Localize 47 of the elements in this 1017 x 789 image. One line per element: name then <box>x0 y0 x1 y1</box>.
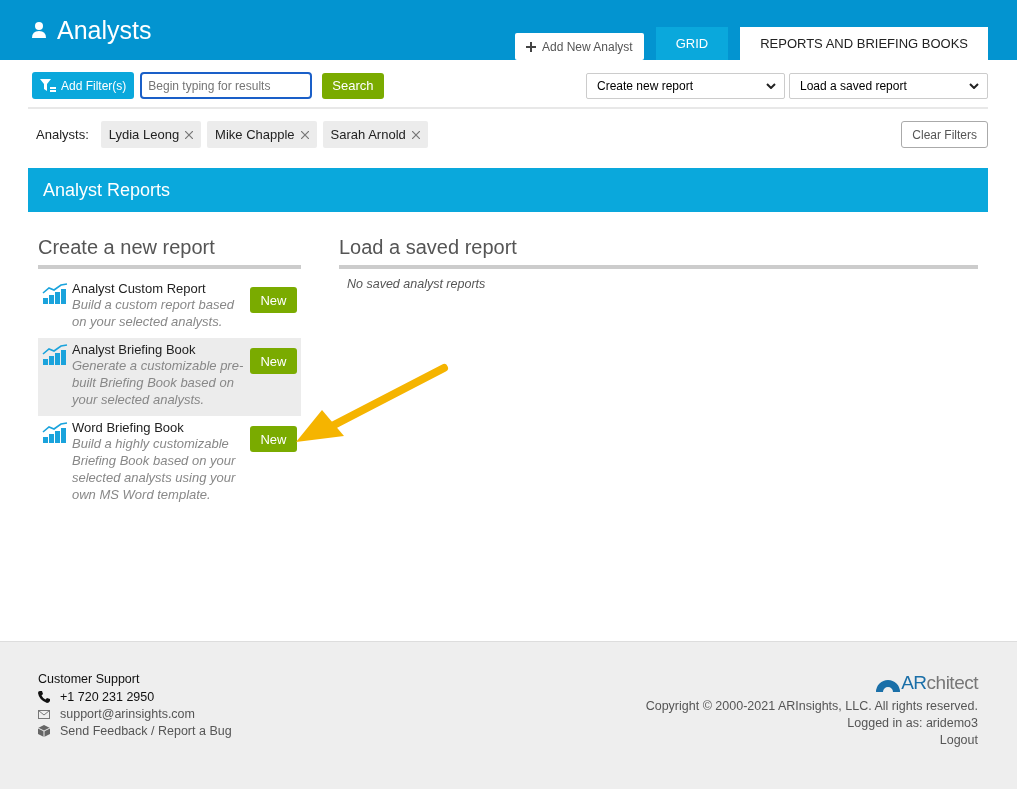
phone-icon <box>38 691 50 703</box>
tab[interactable]: REPORTS AND BRIEFING BOOKS <box>740 27 988 60</box>
report-title: Analyst Briefing Book <box>72 342 197 357</box>
report-description: Build a highly customizable Briefing Book based on your selected analysts using your own MS Word template. <box>72 435 237 503</box>
close-icon[interactable] <box>300 130 309 139</box>
support-heading: Customer Support <box>38 672 141 686</box>
add-analyst-button[interactable]: Add New Analyst <box>514 33 644 60</box>
chevron-down-icon <box>969 82 979 89</box>
section-title: Analyst Reports <box>43 179 171 201</box>
person-icon <box>31 21 47 39</box>
logout-link[interactable]: Logout <box>939 733 978 747</box>
report-item[interactable]: Analyst Custom Report Build a custom report based on your selected analysts. New <box>38 277 301 338</box>
clear-filters-button[interactable]: Clear Filters <box>901 121 988 148</box>
saved-report-dropdown[interactable]: Load a saved report <box>789 72 988 99</box>
copyright-text: Copyright © 2000-2021 ARInsights, LLC. All rights reserved. <box>645 699 978 713</box>
filter-chip[interactable]: Mike Chapple <box>207 121 317 148</box>
close-icon[interactable] <box>411 130 420 139</box>
filter-label: Analysts: <box>36 127 89 142</box>
report-description: Generate a customizable pre-built Briefing Book based on your selected analysts. <box>72 357 245 408</box>
report-item[interactable]: Word Briefing Book Build a highly customizable Briefing Book based on your selected analysts using your own MS Word template. New <box>38 416 301 511</box>
box-icon <box>38 725 50 737</box>
report-title: Analyst Custom Report <box>72 281 207 296</box>
column-heading: Load a saved report <box>339 236 518 259</box>
page-title: Analysts <box>57 15 152 45</box>
chart-icon <box>42 344 68 366</box>
phone-number: +1 720 231 2950 <box>60 690 155 704</box>
feedback-link[interactable]: Send Feedback / Report a Bug <box>60 724 232 738</box>
search-field[interactable]: Begin typing for results <box>140 72 313 99</box>
chart-icon <box>42 422 68 444</box>
email-link[interactable]: support@arinsights.com <box>60 707 195 721</box>
login-status: Logged in as: aridemo3 <box>847 716 978 730</box>
filter-icon <box>40 79 56 92</box>
logo-icon <box>875 680 902 694</box>
report-description: Build a custom report based on your selected analysts. <box>72 296 236 330</box>
filter-chip[interactable]: Lydia Leong <box>100 121 202 148</box>
report-dropdown[interactable]: Create new report <box>586 72 785 99</box>
envelope-icon <box>38 709 50 719</box>
report-title: Word Briefing Book <box>72 420 185 435</box>
column-heading: Create a new report <box>38 236 216 259</box>
close-icon[interactable] <box>185 130 194 139</box>
filter-chip[interactable]: Sarah Arnold <box>322 121 428 148</box>
plus-icon <box>525 41 536 52</box>
chart-icon <box>42 283 68 305</box>
highlighted-report-item[interactable]: Analyst Briefing Book Generate a customizable pre-built Briefing Book based on your selected analysts. New <box>38 338 301 416</box>
empty-message: No saved analyst reports <box>346 277 487 291</box>
logo-text: ARchitect <box>901 672 978 694</box>
chevron-down-icon <box>766 82 776 89</box>
